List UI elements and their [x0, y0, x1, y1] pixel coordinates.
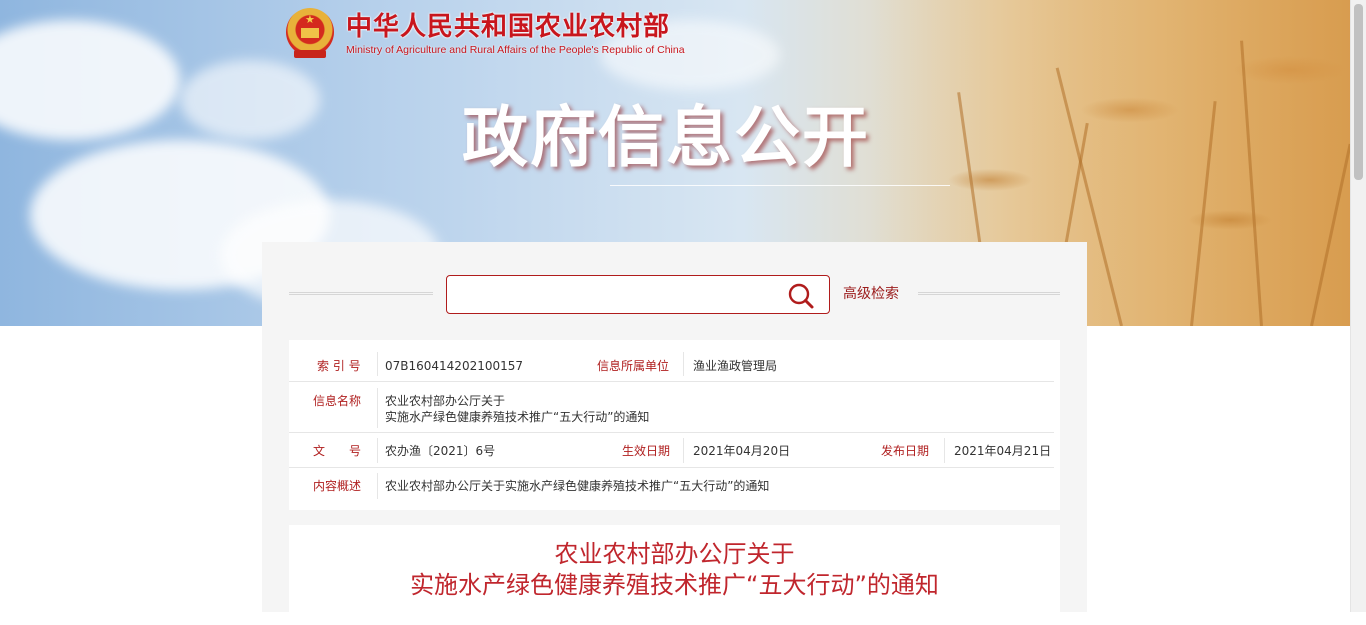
content-panel: 高级检索 索 引 号 07B160414202100157 信息所属单位 渔业渔… [262, 242, 1087, 625]
docno-label: 文 号 [313, 444, 362, 458]
banner-divider [610, 185, 950, 186]
search-divider-right [918, 292, 1060, 295]
site-logo[interactable]: ★ 中华人民共和国农业农村部 Ministry of Agriculture a… [286, 6, 685, 62]
unit-value: 渔业渔政管理局 [693, 359, 778, 373]
effective-value: 2021年04月20日 [693, 444, 791, 458]
publish-value: 2021年04月21日 [954, 444, 1052, 458]
document-title-card: 农业农村部办公厅关于 实施水产绿色健康养殖技术推广“五大行动”的通知 [289, 525, 1060, 625]
index-label: 索 引 号 [317, 359, 361, 373]
name-value-line2: 实施水产绿色健康养殖技术推广“五大行动”的通知 [385, 410, 650, 424]
page-scrollbar[interactable] [1350, 0, 1366, 612]
summary-value: 农业农村部办公厅关于实施水产绿色健康养殖技术推广“五大行动”的通知 [385, 479, 770, 493]
cloud-decoration [180, 60, 320, 140]
meta-row-docno: 文 号 农办渔〔2021〕6号 生效日期 2021年04月20日 发布日期 20… [289, 433, 1054, 468]
meta-row-summary: 内容概述 农业农村部办公厅关于实施水产绿色健康养殖技术推广“五大行动”的通知 [289, 468, 1054, 504]
search-divider-left [289, 292, 433, 295]
document-metadata-table: 索 引 号 07B160414202100157 信息所属单位 渔业渔政管理局 … [289, 340, 1060, 510]
advanced-search-link[interactable]: 高级检索 [843, 285, 899, 303]
banner-title: 政府信息公开 [462, 98, 870, 176]
meta-row-name: 信息名称 农业农村部办公厅关于 实施水产绿色健康养殖技术推广“五大行动”的通知 [289, 382, 1054, 433]
cloud-decoration [0, 20, 180, 140]
publish-label: 发布日期 [881, 444, 930, 458]
search-input[interactable] [455, 280, 775, 310]
national-emblem-icon: ★ [286, 6, 334, 62]
document-title-line1: 农业农村部办公厅关于 [554, 540, 795, 568]
document-title-line2: 实施水产绿色健康养殖技术推广“五大行动”的通知 [410, 571, 939, 599]
name-label: 信息名称 [313, 394, 362, 408]
search-icon[interactable] [787, 282, 815, 310]
docno-value: 农办渔〔2021〕6号 [385, 444, 496, 458]
document-title: 农业农村部办公厅关于 实施水产绿色健康养殖技术推广“五大行动”的通知 [289, 539, 1060, 601]
scrollbar-thumb[interactable] [1354, 4, 1363, 180]
search-bar: 高级检索 [262, 242, 1087, 340]
site-name-en: Ministry of Agriculture and Rural Affair… [346, 44, 685, 56]
effective-label: 生效日期 [622, 444, 671, 458]
search-box [446, 275, 830, 314]
summary-label: 内容概述 [313, 479, 362, 493]
unit-label: 信息所属单位 [597, 359, 670, 373]
site-name-cn: 中华人民共和国农业农村部 [346, 12, 671, 42]
name-value-line1: 农业农村部办公厅关于 [385, 394, 506, 408]
index-value: 07B160414202100157 [385, 359, 524, 373]
meta-row-index: 索 引 号 07B160414202100157 信息所属单位 渔业渔政管理局 [289, 340, 1054, 382]
